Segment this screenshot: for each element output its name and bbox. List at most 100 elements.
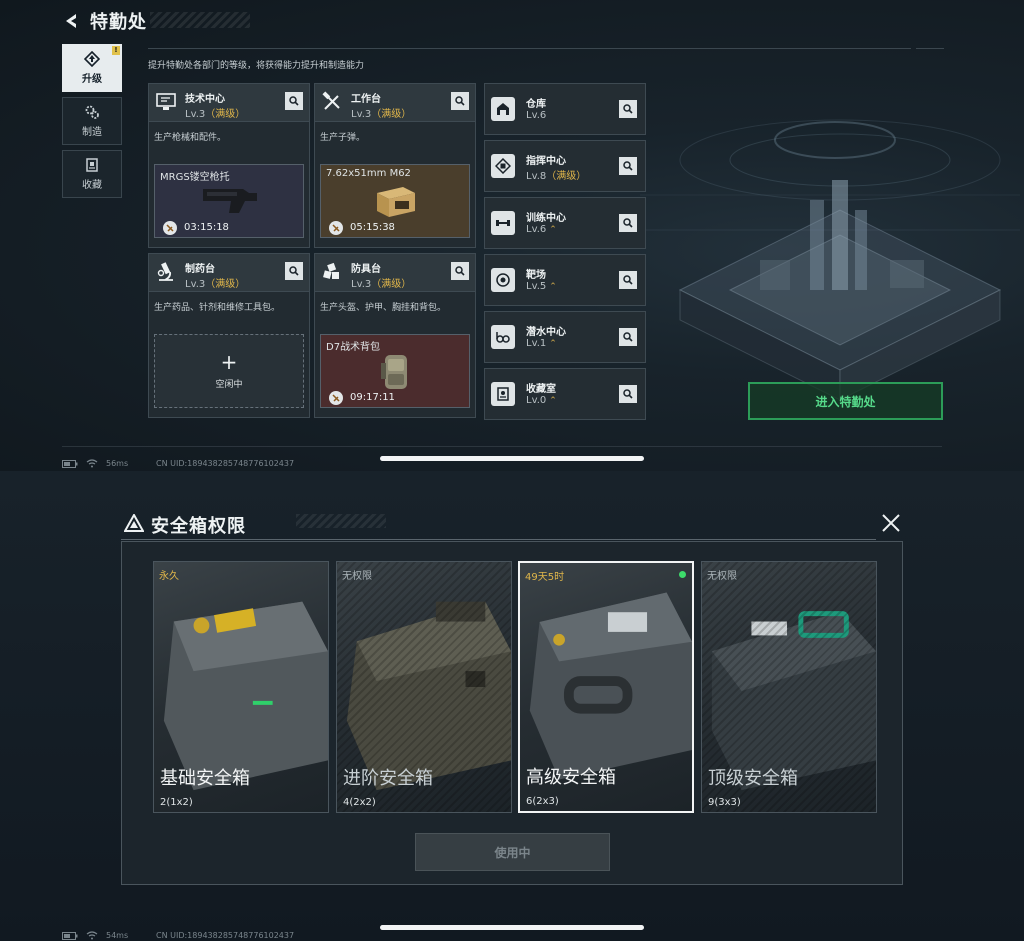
page-title: 特勤处 (90, 12, 147, 33)
collection-icon (84, 157, 100, 173)
facility-name: 收藏室 (526, 384, 556, 395)
card-description: 生产枪械和配件。 (154, 133, 227, 143)
upgradable-icon: ⌃ (549, 282, 557, 292)
dumbbell-icon (491, 211, 515, 235)
tab-collection[interactable]: 收藏 (62, 150, 122, 198)
case-capacity: 4(2x2) (343, 797, 376, 808)
search-icon (623, 332, 633, 342)
facility-command-center[interactable]: 指挥中心 Lv.8（满级） (484, 140, 646, 192)
side-tabs: ! 升级 制造 收藏 (62, 44, 122, 203)
facility-name: 靶场 (526, 270, 546, 281)
item-name: MRGS镂空枪托 (160, 172, 230, 183)
case-capacity: 9(3x3) (708, 797, 741, 808)
inspect-button[interactable] (619, 214, 637, 232)
upgradable-icon: ⌃ (549, 339, 557, 349)
safe-box-advanced[interactable]: 无权限 进阶安全箱 4(2x2) (336, 561, 512, 813)
production-slot[interactable]: MRGS镂空枪托 03:15:18 (154, 164, 304, 238)
production-slot[interactable]: 7.62x51mm M62 05:15:38 (320, 164, 470, 238)
safe-box-top[interactable]: 无权限 顶级安全箱 9(3x3) (701, 561, 877, 813)
back-button[interactable] (62, 11, 80, 31)
facility-level: Lv.6 (526, 110, 547, 121)
search-icon (289, 266, 299, 276)
safe-box-screen: 安全箱权限 永久 基础安全箱 2(1x2) 无权限 进阶安全箱 4(2x2) 4… (0, 471, 1024, 941)
divider (916, 48, 944, 49)
access-status: 永久 (159, 571, 179, 582)
access-status: 无权限 (342, 571, 372, 582)
case-name: 进阶安全箱 (343, 768, 433, 789)
inspect-button[interactable] (619, 100, 637, 118)
divider (148, 48, 911, 49)
user-id: CN UID:18943828574877610243​7 (156, 931, 295, 940)
access-status: 49天5时 (525, 572, 565, 583)
card-description: 生产药品、针剂和维修工具包。 (154, 303, 281, 313)
facility-name: 潜水中心 (526, 327, 566, 338)
ping-value: 54ms (106, 931, 129, 940)
upgrade-icon (84, 51, 100, 67)
tab-craft[interactable]: 制造 (62, 97, 122, 145)
case-capacity: 2(1x2) (160, 797, 193, 808)
search-icon (289, 96, 299, 106)
facility-training-center[interactable]: 训练中心 Lv.6 ⌃ (484, 197, 646, 249)
facility-collection-room[interactable]: 收藏室 Lv.0 ⌃ (484, 368, 646, 420)
ping-value: 56ms (106, 459, 129, 468)
header-decoration (296, 514, 386, 528)
card-level: Lv.3（满级） (185, 109, 246, 120)
card-level: Lv.3（满级） (351, 109, 412, 120)
facility-shooting-range[interactable]: 靶场 Lv.5 ⌃ (484, 254, 646, 306)
chip-icon (491, 154, 515, 178)
battery-icon (62, 459, 78, 468)
enter-special-ops-button[interactable]: 进入特勤处 (748, 382, 943, 420)
inspect-button[interactable] (285, 262, 303, 280)
in-use-button[interactable]: 使用中 (415, 833, 610, 871)
idle-label: 空闲中 (215, 379, 243, 390)
card-name: 工作台 (351, 94, 381, 105)
safe-box-basic[interactable]: 永久 基础安全箱 2(1x2) (153, 561, 329, 813)
card-name: 制药台 (185, 264, 215, 275)
facility-level: Lv.8（满级） (526, 171, 587, 182)
header: 特勤处 (62, 8, 147, 34)
workshop-card-workbench: 工作台 Lv.3（满级） 生产子弹。 7.62x51mm M62 05:15:3… (314, 83, 476, 248)
close-button[interactable] (878, 510, 903, 535)
card-header: 制药台 Lv.3（满级） (149, 254, 309, 292)
facility-diving-center[interactable]: 潜水中心 Lv.1 ⌃ (484, 311, 646, 363)
user-id: CN UID:18943828574877610243​7 (156, 459, 295, 468)
production-slot[interactable]: D7战术背包 09:17:11 (320, 334, 470, 408)
tab-upgrade[interactable]: ! 升级 (62, 44, 122, 92)
card-level: Lv.3（满级） (351, 279, 412, 290)
special-ops-screen: 特勤处 ! 升级 制造 收藏 提升特勤处各部门的等级，将获得能力提升和制造能力 (0, 0, 1024, 471)
safe-box-premium[interactable]: 49天5时 高级安全箱 6(2x3) (518, 561, 694, 813)
access-status: 无权限 (707, 571, 737, 582)
inspect-button[interactable] (619, 271, 637, 289)
add-icon: + (220, 349, 238, 374)
status-bar: 54ms (62, 931, 128, 940)
empty-production-slot[interactable]: + 空闲中 (154, 334, 304, 408)
case-capacity: 6(2x3) (526, 796, 559, 807)
home-indicator[interactable] (380, 456, 644, 461)
inspect-button[interactable] (451, 262, 469, 280)
target-icon (491, 268, 515, 292)
inspect-button[interactable] (285, 92, 303, 110)
inspect-button[interactable] (619, 157, 637, 175)
microscope-icon (155, 261, 177, 283)
gear-icon (84, 104, 100, 120)
countdown: 05:15:38 (350, 222, 395, 233)
tab-label: 升级 (82, 74, 102, 85)
upgradable-icon: ⌃ (549, 396, 557, 406)
facility-level: Lv.5 ⌃ (526, 281, 557, 292)
wifi-icon (86, 459, 98, 468)
tab-label: 收藏 (82, 180, 102, 191)
inspect-button[interactable] (451, 92, 469, 110)
alert-badge: ! (112, 46, 120, 55)
warehouse-icon (491, 97, 515, 121)
inspect-button[interactable] (619, 385, 637, 403)
facility-level: Lv.6 ⌃ (526, 224, 557, 235)
rifle-stock-image (203, 189, 257, 213)
timer-icon (329, 221, 343, 235)
item-name: 7.62x51mm M62 (326, 168, 411, 179)
armor-icon (321, 261, 343, 283)
facility-warehouse[interactable]: 仓库 Lv.6 (484, 83, 646, 135)
facility-name: 指挥中心 (526, 156, 566, 167)
warning-triangle-icon (124, 514, 144, 532)
inspect-button[interactable] (619, 328, 637, 346)
home-indicator[interactable] (380, 925, 644, 930)
